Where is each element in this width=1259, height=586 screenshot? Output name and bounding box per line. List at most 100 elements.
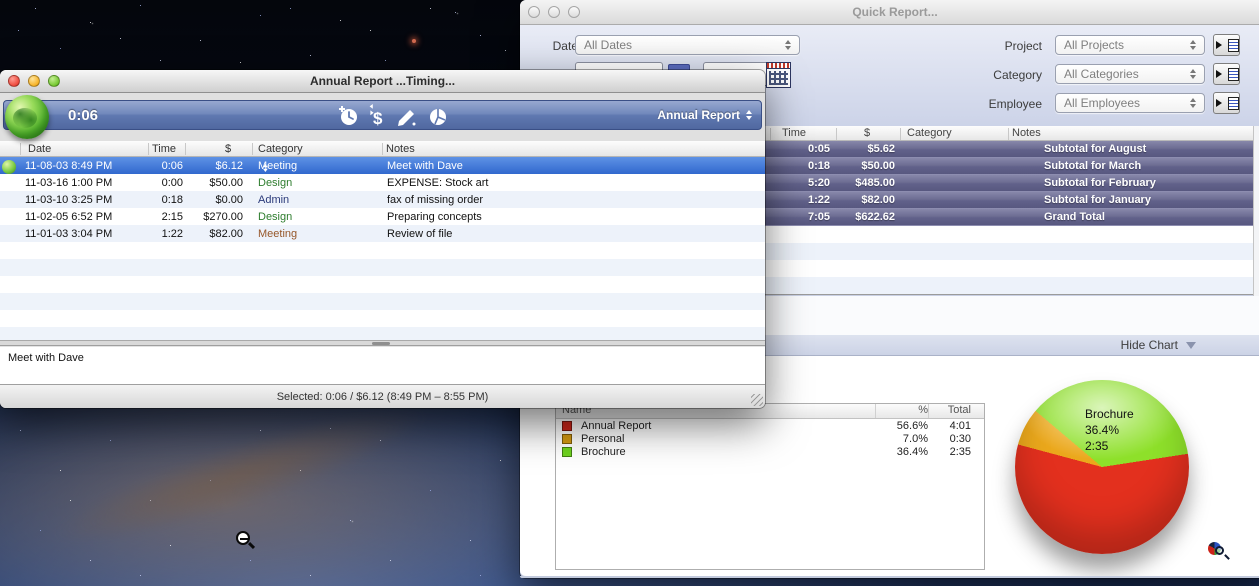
timer-toolbar: 0:06 $ Annual Report <box>3 100 762 130</box>
quick-report-titlebar[interactable]: Quick Report... <box>520 0 1259 25</box>
legend-percent: 7.0% <box>875 433 928 445</box>
entry-row[interactable]: 11-03-10 3:25 PM0:18$0.00Adminfax of mis… <box>0 191 765 208</box>
notes-panel[interactable]: Meet with Dave <box>0 347 765 384</box>
legend-row[interactable]: Annual Report56.6%4:01 <box>556 419 984 432</box>
open-list-icon <box>1228 97 1239 110</box>
cell-time: 0:18 <box>162 194 183 206</box>
report-icon[interactable] <box>427 104 449 128</box>
zoom-out-cursor <box>236 531 252 547</box>
column-header-amount[interactable]: $ <box>864 127 870 139</box>
project-filter-value: All Projects <box>1064 38 1184 52</box>
disclosure-triangle-icon[interactable] <box>1186 342 1196 354</box>
legend-rows: Annual Report56.6%4:01Personal7.0%0:30Br… <box>556 419 984 458</box>
cell-date: 11-01-03 3:04 PM <box>25 228 112 240</box>
cell-notes: Subtotal for February <box>1044 177 1156 189</box>
ar-table-rows: 11-08-03 8:49 PM0:06$6.12MeetingMeet wit… <box>0 157 765 242</box>
legend-total: 0:30 <box>928 433 984 445</box>
annual-report-titlebar[interactable]: Annual Report ...Timing... <box>0 70 765 93</box>
cell-time: 5:20 <box>808 177 830 189</box>
cell-notes: Review of file <box>387 228 452 240</box>
zoom-button[interactable] <box>568 6 580 18</box>
cell-amount: $270.00 <box>203 211 243 223</box>
legend-percent: 56.6% <box>875 420 928 432</box>
popup-arrows-icon <box>263 164 268 172</box>
cell-amount: $6.12 <box>215 160 243 172</box>
employee-filter-dropdown[interactable]: All Employees <box>1055 93 1205 113</box>
green-globe-icon[interactable] <box>5 95 49 139</box>
window-title: Annual Report ...Timing... <box>0 74 765 88</box>
column-header-notes[interactable]: Notes <box>386 143 415 155</box>
popup-arrows-icon <box>1190 69 1196 79</box>
resize-grip[interactable] <box>751 394 763 406</box>
column-header-time[interactable]: Time <box>782 127 806 139</box>
column-header-category[interactable]: Category <box>907 127 952 139</box>
zoom-button[interactable] <box>48 75 60 87</box>
edit-entry-icon[interactable] <box>396 104 418 128</box>
legend-column-total[interactable]: Total <box>928 404 984 418</box>
calendar-icon[interactable] <box>766 62 791 88</box>
entries-table-header[interactable]: Date Time $ Category Notes <box>0 141 765 157</box>
cell-category[interactable]: Meeting <box>258 160 297 172</box>
cell-notes: Subtotal for August <box>1044 143 1146 155</box>
project-popup-button[interactable]: Annual Report <box>657 108 752 122</box>
notes-splitter[interactable] <box>0 340 765 346</box>
project-popup-value: Annual Report <box>657 108 740 122</box>
scrollbar-track[interactable] <box>1253 126 1259 296</box>
cell-date: 11-02-05 6:52 PM <box>25 211 112 223</box>
employee-filter-value: All Employees <box>1064 96 1184 110</box>
cell-amount: $82.00 <box>209 228 243 240</box>
entry-row[interactable]: 11-08-03 8:49 PM0:06$6.12MeetingMeet wit… <box>0 157 765 174</box>
project-filter-label: Project <box>972 39 1042 53</box>
date-filter-dropdown[interactable]: All Dates <box>575 35 800 55</box>
add-expense-icon[interactable]: $ <box>367 104 387 128</box>
close-button[interactable] <box>528 6 540 18</box>
cell-notes: Grand Total <box>1044 211 1105 223</box>
cell-notes: Preparing concepts <box>387 211 482 223</box>
cell-notes: fax of missing order <box>387 194 483 206</box>
entry-row[interactable]: 11-01-03 3:04 PM 1:22 $82.00 Meeting Review … <box>0 225 765 242</box>
column-header-amount[interactable]: $ <box>225 143 231 155</box>
column-header-date[interactable]: Date <box>28 143 51 155</box>
cell-time: 0:18 <box>808 160 830 172</box>
legend-name: Personal <box>572 433 875 445</box>
category-filter-dropdown[interactable]: All Categories <box>1055 64 1205 84</box>
close-button[interactable] <box>8 75 20 87</box>
minimize-button[interactable] <box>548 6 560 18</box>
open-list-icon <box>1228 39 1239 52</box>
column-header-category[interactable]: Category <box>258 143 303 155</box>
toolbar-zone: 0:06 $ Annual Report <box>0 93 765 141</box>
minimize-button[interactable] <box>28 75 40 87</box>
popup-arrows-icon <box>1190 40 1196 50</box>
pie-label-total: 2:35 <box>1085 438 1134 454</box>
column-header-time[interactable]: Time <box>152 143 176 155</box>
cell-notes: EXPENSE: Stock art <box>387 177 488 189</box>
legend-row[interactable]: Brochure36.4%2:35 <box>556 445 984 458</box>
splitter-handle-icon[interactable] <box>372 342 390 345</box>
legend-row[interactable]: Personal7.0%0:30 <box>556 432 984 445</box>
legend-swatch-icon <box>562 421 572 431</box>
cell-amount: $622.62 <box>855 211 895 223</box>
cell-amount: $50.00 <box>209 177 243 189</box>
chart-zoom-button[interactable] <box>1208 540 1230 562</box>
cell-amount: $485.00 <box>855 177 895 189</box>
running-timer-globe-icon <box>2 160 16 174</box>
add-time-icon[interactable] <box>338 104 358 128</box>
window-annual-report: Annual Report ...Timing... 0:06 $ Annu <box>0 70 765 408</box>
cell-category: Design <box>258 211 292 223</box>
hide-chart-button[interactable]: Hide Chart <box>1121 338 1178 352</box>
column-header-notes[interactable]: Notes <box>1012 127 1041 139</box>
cell-category: Meeting <box>258 228 297 240</box>
entry-row[interactable]: 11-03-16 1:00 PM0:00$50.00DesignEXPENSE:… <box>0 174 765 191</box>
pie-label-name: Brochure <box>1085 406 1134 422</box>
legend-column-percent[interactable]: % <box>875 404 928 418</box>
employee-list-button[interactable] <box>1213 92 1240 114</box>
project-filter-dropdown[interactable]: All Projects <box>1055 35 1205 55</box>
legend-percent: 36.4% <box>875 446 928 458</box>
legend-swatch-icon <box>562 447 572 457</box>
project-list-button[interactable] <box>1213 34 1240 56</box>
category-list-button[interactable] <box>1213 63 1240 85</box>
selection-summary: Selected: 0:06 / $6.12 (8:49 PM – 8:55 P… <box>277 391 489 403</box>
entry-row[interactable]: 11-02-05 6:52 PM2:15$270.00DesignPrepari… <box>0 208 765 225</box>
pie-chart[interactable]: Brochure 36.4% 2:35 <box>1015 380 1189 554</box>
cell-time: 1:22 <box>162 228 183 240</box>
